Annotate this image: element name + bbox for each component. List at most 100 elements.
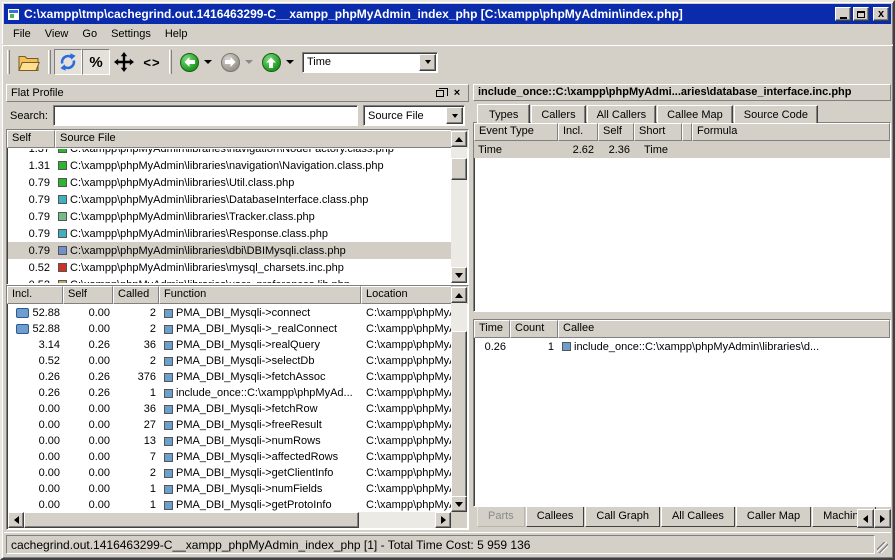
tab-scroll-left-button[interactable] bbox=[857, 509, 874, 528]
search-input[interactable] bbox=[53, 105, 358, 126]
column-header[interactable]: Called bbox=[113, 286, 159, 304]
flat-profile-dock: Flat Profile × Search: Source File SelfS… bbox=[6, 84, 469, 530]
scroll-up-button[interactable] bbox=[451, 131, 467, 147]
menu-item[interactable]: Settings bbox=[104, 25, 158, 43]
forward-button[interactable] bbox=[216, 49, 244, 75]
cycle-detection-button[interactable] bbox=[54, 49, 82, 75]
file-row[interactable]: 0.52 C:\xampp\phpMyAdmin\libraries\user_… bbox=[8, 276, 451, 283]
scroll-right-button[interactable] bbox=[435, 512, 451, 528]
details-tab[interactable]: Source Code bbox=[734, 105, 818, 123]
column-header[interactable]: Incl. bbox=[7, 286, 63, 304]
column-header[interactable] bbox=[682, 123, 692, 141]
menu-item[interactable]: View bbox=[38, 25, 76, 43]
function-name: PMA_DBI_Mysqli->connect bbox=[176, 307, 310, 319]
column-header[interactable]: Event Type bbox=[474, 123, 558, 141]
toolbar-handle[interactable] bbox=[7, 50, 10, 74]
function-row[interactable]: 0.26 0.26 1 include_once::C:\xampp\phpMy… bbox=[8, 385, 451, 401]
column-header[interactable]: Source File bbox=[55, 130, 452, 148]
event-type-dropdown-button[interactable] bbox=[419, 54, 436, 71]
function-row[interactable]: 0.26 0.26 376 PMA_DBI_Mysqli->fetchAssoc… bbox=[8, 369, 451, 385]
shorten-templates-button[interactable]: <> bbox=[138, 49, 166, 75]
event-type-select[interactable]: Time bbox=[302, 52, 438, 73]
resize-grip[interactable] bbox=[875, 535, 889, 554]
maximize-button[interactable] bbox=[853, 7, 869, 21]
details-tab[interactable]: Types bbox=[477, 104, 530, 124]
up-dropdown-arrow[interactable] bbox=[286, 60, 294, 64]
file-row[interactable]: 0.79 C:\xampp\phpMyAdmin\libraries\dbi\D… bbox=[8, 242, 451, 259]
details-bottom-tab[interactable]: Call Graph bbox=[585, 507, 660, 527]
back-dropdown-arrow[interactable] bbox=[204, 60, 212, 64]
function-row[interactable]: 0.00 0.00 13 PMA_DBI_Mysqli->numRows C:\… bbox=[8, 433, 451, 449]
function-table-hscrollbar[interactable] bbox=[8, 512, 451, 528]
scrollbar-thumb[interactable] bbox=[24, 512, 359, 528]
file-row[interactable]: 0.79 C:\xampp\phpMyAdmin\libraries\Respo… bbox=[8, 225, 451, 242]
column-header[interactable]: Callee bbox=[558, 320, 890, 338]
function-name: PMA_DBI_Mysqli->_realConnect bbox=[176, 323, 337, 335]
menu-item[interactable]: Go bbox=[75, 25, 104, 43]
function-row[interactable]: 0.00 0.00 27 PMA_DBI_Mysqli->freeResult … bbox=[8, 417, 451, 433]
arrow-right-icon bbox=[441, 516, 446, 524]
column-header[interactable]: Self bbox=[63, 286, 113, 304]
dock-close-button[interactable]: × bbox=[450, 87, 464, 100]
column-header[interactable]: Short bbox=[634, 123, 682, 141]
function-table-vscrollbar[interactable] bbox=[451, 287, 467, 512]
function-row[interactable]: 3.14 0.26 36 PMA_DBI_Mysqli->realQuery C… bbox=[8, 337, 451, 353]
column-header[interactable]: Function bbox=[159, 286, 361, 304]
details-tab[interactable]: Callee Map bbox=[657, 105, 733, 123]
toolbar-handle[interactable] bbox=[169, 50, 172, 74]
details-bottom-tab[interactable]: Parts bbox=[477, 507, 525, 527]
file-row[interactable]: 0.79 C:\xampp\phpMyAdmin\libraries\Datab… bbox=[8, 191, 451, 208]
scrollbar-thumb[interactable] bbox=[451, 158, 467, 180]
file-row[interactable]: 1.37 C:\xampp\phpMyAdmin\libraries\navig… bbox=[8, 149, 451, 157]
open-file-button[interactable] bbox=[13, 49, 45, 75]
scroll-down-button[interactable] bbox=[451, 496, 467, 512]
file-path: C:\xampp\phpMyAdmin\libraries\Util.class… bbox=[70, 177, 294, 189]
function-row[interactable]: 52.88 0.00 2 PMA_DBI_Mysqli->_realConnec… bbox=[8, 321, 451, 337]
close-button[interactable]: x bbox=[873, 7, 889, 21]
minimize-button[interactable] bbox=[835, 7, 851, 21]
function-row[interactable]: 0.00 0.00 1 PMA_DBI_Mysqli->getProtoInfo… bbox=[8, 497, 451, 512]
file-row[interactable]: 0.79 C:\xampp\phpMyAdmin\libraries\Util.… bbox=[8, 174, 451, 191]
function-row[interactable]: 0.00 0.00 2 PMA_DBI_Mysqli->getClientInf… bbox=[8, 465, 451, 481]
column-header[interactable]: Count bbox=[510, 320, 558, 338]
tab-scroll-right-button[interactable] bbox=[874, 509, 891, 528]
back-button[interactable] bbox=[175, 49, 203, 75]
function-row[interactable]: 0.52 0.00 2 PMA_DBI_Mysqli->selectDb C:\… bbox=[8, 353, 451, 369]
grouping-select[interactable]: Source File bbox=[363, 105, 465, 126]
event-type-row[interactable]: Time 2.62 2.36 Time bbox=[474, 141, 890, 158]
toolbar-handle[interactable] bbox=[48, 50, 51, 74]
function-row[interactable]: 52.88 0.00 2 PMA_DBI_Mysqli->connect C:\… bbox=[8, 305, 451, 321]
function-row[interactable]: 0.00 0.00 1 PMA_DBI_Mysqli->numFields C:… bbox=[8, 481, 451, 497]
grouping-dropdown-button[interactable] bbox=[446, 107, 463, 124]
file-row[interactable]: 1.31 C:\xampp\phpMyAdmin\libraries\navig… bbox=[8, 157, 451, 174]
scroll-down-button[interactable] bbox=[451, 267, 467, 283]
scroll-up-button[interactable] bbox=[451, 287, 467, 303]
column-header[interactable]: Incl. bbox=[558, 123, 598, 141]
scroll-left-button[interactable] bbox=[8, 512, 24, 528]
column-header[interactable]: Location bbox=[361, 286, 452, 304]
forward-dropdown-arrow[interactable] bbox=[245, 60, 253, 64]
column-header[interactable]: Self bbox=[598, 123, 634, 141]
file-row[interactable]: 0.79 C:\xampp\phpMyAdmin\libraries\Track… bbox=[8, 208, 451, 225]
file-row[interactable]: 0.52 C:\xampp\phpMyAdmin\libraries\mysql… bbox=[8, 259, 451, 276]
details-bottom-tab[interactable]: Callees bbox=[526, 507, 585, 527]
details-tab[interactable]: Callers bbox=[531, 105, 585, 123]
details-bottom-tab[interactable]: All Callees bbox=[661, 507, 735, 527]
column-header[interactable]: Self bbox=[7, 130, 55, 148]
file-list-scrollbar[interactable] bbox=[451, 131, 467, 283]
column-header[interactable]: Formula bbox=[692, 123, 890, 141]
function-row[interactable]: 0.00 0.00 7 PMA_DBI_Mysqli->affectedRows… bbox=[8, 449, 451, 465]
relative-cost-button[interactable]: % bbox=[82, 49, 110, 75]
details-splitter[interactable] bbox=[473, 312, 891, 319]
details-tab[interactable]: All Callers bbox=[587, 105, 657, 123]
menu-item[interactable]: Help bbox=[158, 25, 195, 43]
details-bottom-tab[interactable]: Caller Map bbox=[736, 507, 811, 527]
expand-areas-button[interactable] bbox=[110, 49, 138, 75]
column-header[interactable]: Time bbox=[474, 320, 510, 338]
dock-float-button[interactable] bbox=[433, 87, 447, 100]
up-button[interactable] bbox=[257, 49, 285, 75]
menu-item[interactable]: File bbox=[6, 25, 38, 43]
callee-row[interactable]: 0.26 1 include_once::C:\xampp\phpMyAdmin… bbox=[474, 338, 890, 355]
function-row[interactable]: 0.00 0.00 36 PMA_DBI_Mysqli->fetchRow C:… bbox=[8, 401, 451, 417]
scrollbar-thumb[interactable] bbox=[451, 331, 467, 499]
